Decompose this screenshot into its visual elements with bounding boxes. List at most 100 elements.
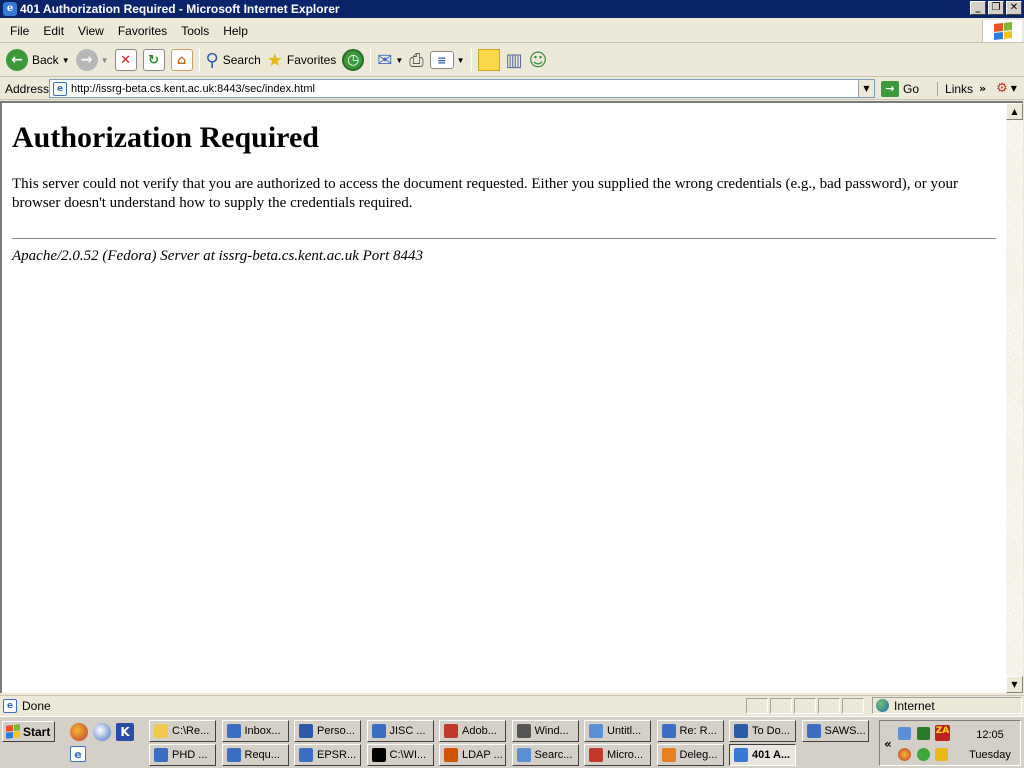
window-controls: _ ❐ ✕ <box>970 1 1022 15</box>
taskbar-button-label: Searc... <box>534 749 573 761</box>
favorites-button[interactable]: ★ Favorites <box>264 46 340 74</box>
firefox-tray-icon[interactable] <box>898 748 911 761</box>
taskbar-button[interactable]: C:\Re... <box>149 720 216 742</box>
taskbar-button[interactable]: Micro... <box>584 744 651 766</box>
taskbar-button[interactable]: To Do... <box>729 720 796 742</box>
ie-logo-icon: e <box>3 2 17 16</box>
messenger-icon: ☺ <box>528 49 548 71</box>
status-pane <box>818 697 840 714</box>
print-button[interactable]: ⎙ <box>406 46 426 74</box>
taskbar-button[interactable]: Inbox... <box>221 720 289 742</box>
mail-button[interactable]: ✉ ▼ <box>374 46 406 74</box>
edit-button[interactable]: ≡ ▼ <box>427 46 468 74</box>
menu-view[interactable]: View <box>71 24 111 38</box>
taskbar-button[interactable]: Untitl... <box>584 720 651 742</box>
search-button[interactable]: ⚲ Search <box>203 46 264 74</box>
status-bar: e Done Internet <box>0 695 1024 715</box>
minimize-button[interactable]: _ <box>970 1 986 15</box>
taskbar-button[interactable]: Adob... <box>439 720 506 742</box>
vertical-scrollbar[interactable]: ▲ ▼ <box>1006 101 1023 693</box>
taskbar-button[interactable]: EPSR... <box>294 744 361 766</box>
windows-flag-icon <box>6 724 20 739</box>
menu-favorites[interactable]: Favorites <box>111 24 174 38</box>
security-zone[interactable]: Internet <box>872 697 1022 714</box>
taskbar-button[interactable]: Searc... <box>511 744 579 766</box>
taskbar-button[interactable]: SAWS... <box>801 720 869 742</box>
go-button[interactable]: → Go <box>881 80 919 97</box>
status-text: Done <box>22 698 51 713</box>
scroll-down-arrow-icon[interactable]: ▼ <box>1006 676 1023 693</box>
taskbar-button[interactable]: JISC ... <box>366 720 434 742</box>
taskbar-button[interactable]: Requ... <box>221 744 289 766</box>
start-label: Start <box>23 724 51 739</box>
stop-button[interactable]: ✕ <box>112 46 140 74</box>
refresh-icon: ↻ <box>142 49 165 71</box>
back-button[interactable]: ← Back ▼ <box>3 46 73 74</box>
clock-day[interactable]: Tuesday <box>960 749 1020 761</box>
zone-label: Internet <box>894 698 935 713</box>
mail-dropdown-icon[interactable]: ▼ <box>395 56 403 65</box>
address-url[interactable]: http://issrg-beta.cs.kent.ac.uk:8443/sec… <box>71 83 315 95</box>
page-icon: e <box>53 81 67 96</box>
address-input[interactable]: e http://issrg-beta.cs.kent.ac.uk:8443/s… <box>49 79 875 98</box>
menu-file[interactable]: File <box>3 24 36 38</box>
clock-time[interactable]: 12:05 <box>960 729 1020 741</box>
menu-tools[interactable]: Tools <box>174 24 216 38</box>
menu-help[interactable]: Help <box>216 24 255 38</box>
folder-icon <box>154 724 168 738</box>
lock-icon[interactable] <box>935 748 948 761</box>
toolbar-separator <box>370 48 372 72</box>
history-button[interactable]: ◷ <box>339 46 367 74</box>
discuss-button[interactable] <box>475 46 503 74</box>
taskbar-button[interactable]: PHD ... <box>149 744 216 766</box>
taskbar-button-label: Untitl... <box>607 725 642 737</box>
firefox-quicklaunch-icon[interactable] <box>70 723 88 741</box>
close-button[interactable]: ✕ <box>1006 1 1022 15</box>
taskbar-button-label: Adob... <box>462 725 497 737</box>
links-chevron-icon[interactable]: » <box>979 82 986 95</box>
links-button[interactable]: Links <box>937 81 973 96</box>
refresh-button[interactable]: ↻ <box>140 46 168 74</box>
forward-dropdown-icon[interactable]: ▼ <box>101 56 109 65</box>
checkmark-tray-icon[interactable] <box>917 748 930 761</box>
taskbar-button[interactable]: LDAP ... <box>439 744 506 766</box>
taskbar-button[interactable]: Re: R... <box>656 720 724 742</box>
app-quicklaunch-icon[interactable]: K <box>116 723 134 741</box>
mail-client-icon <box>226 748 241 762</box>
network-icon[interactable] <box>898 727 911 740</box>
scroll-up-arrow-icon[interactable]: ▲ <box>1006 103 1023 120</box>
start-button[interactable]: Start <box>2 721 55 742</box>
research-button[interactable]: ▥ <box>503 46 526 74</box>
tray-expand-icon[interactable]: « <box>884 737 892 751</box>
taskbar-button[interactable]: Wind... <box>511 720 579 742</box>
scroll-track[interactable] <box>1006 120 1023 676</box>
taskbar-button-label: Micro... <box>607 749 644 761</box>
ie-quicklaunch-icon[interactable]: e <box>70 746 86 762</box>
window-title: 401 Authorization Required - Microsoft I… <box>20 2 340 16</box>
restore-button[interactable]: ❐ <box>988 1 1004 15</box>
menu-edit[interactable]: Edit <box>36 24 71 38</box>
edit-dropdown-icon[interactable]: ▼ <box>457 56 465 65</box>
stop-icon: ✕ <box>114 49 137 71</box>
extension-dropdown-icon[interactable]: ▼ <box>1011 84 1017 93</box>
toolbar-extension-button[interactable]: ⚙ ▼ <box>996 81 1017 96</box>
print-icon: ⎙ <box>409 49 424 71</box>
home-icon: ⌂ <box>170 49 193 71</box>
taskbar-button[interactable]: Perso... <box>294 720 361 742</box>
mail-quicklaunch-icon[interactable] <box>93 723 111 741</box>
home-button[interactable]: ⌂ <box>168 46 196 74</box>
messenger-button[interactable]: ☺ <box>526 46 551 74</box>
taskbar-button[interactable]: Deleg... <box>656 744 724 766</box>
taskbar-button[interactable]: C:\WI... <box>366 744 434 766</box>
taskbar-button[interactable]: 401 A... <box>729 744 796 766</box>
mail-icon: ✉ <box>377 49 393 71</box>
back-dropdown-icon[interactable]: ▼ <box>62 56 70 65</box>
search-label: Search <box>222 53 261 67</box>
forward-button[interactable]: → ▼ <box>73 46 112 74</box>
zonealarm-icon[interactable]: ZA <box>935 725 950 741</box>
page-status-icon: e <box>3 698 17 713</box>
forward-arrow-icon: → <box>75 49 98 71</box>
volume-icon[interactable] <box>917 727 930 740</box>
mail-client-icon <box>226 724 241 738</box>
address-dropdown-button[interactable]: ▼ <box>858 80 874 97</box>
